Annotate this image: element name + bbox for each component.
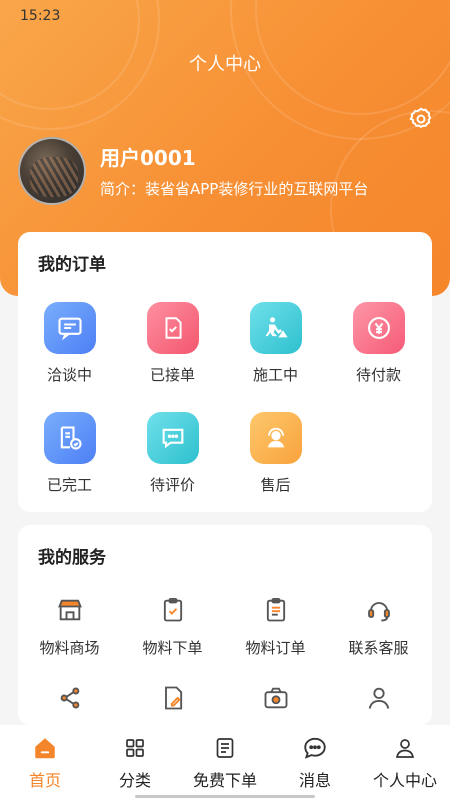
grid-icon xyxy=(122,735,148,761)
chat-icon xyxy=(43,302,96,354)
my-services-title: 我的服务 xyxy=(38,548,106,568)
order-item-label: 已完工 xyxy=(46,476,92,494)
document-check-icon xyxy=(146,302,199,354)
order-item-label: 施工中 xyxy=(252,366,298,384)
home-indicator xyxy=(135,795,315,798)
service-item-label: 联系客服 xyxy=(348,639,409,657)
service-item-contact-support[interactable]: 联系客服 xyxy=(327,595,430,658)
status-time: 15:23 xyxy=(20,8,61,24)
tab-label: 消息 xyxy=(298,771,331,790)
profile-intro: 简介：装省省APP装修行业的互联网平台 xyxy=(100,180,369,198)
service-item-user[interactable] xyxy=(327,683,430,713)
customer-service-icon xyxy=(249,412,302,464)
my-services-card: 我的服务 物料商场 物料下单 物料订单 联系客服 xyxy=(18,525,432,725)
order-item-completed[interactable]: 已完工 xyxy=(18,412,121,495)
order-list-icon xyxy=(261,595,291,625)
my-orders-card: 我的订单 洽谈中 已接单 施工中 待付款 已完工 待评价 售后 xyxy=(18,232,432,512)
service-item-material-mall[interactable]: 物料商场 xyxy=(18,595,121,658)
page-title: 个人中心 xyxy=(189,54,261,75)
home-icon xyxy=(32,735,58,761)
order-item-after-sales[interactable]: 售后 xyxy=(224,412,327,495)
order-item-label: 售后 xyxy=(260,476,291,494)
order-item-negotiating[interactable]: 洽谈中 xyxy=(18,302,121,385)
tab-label: 分类 xyxy=(118,771,151,790)
person-icon xyxy=(392,735,418,761)
order-item-accepted[interactable]: 已接单 xyxy=(121,302,224,385)
service-item-label: 物料订单 xyxy=(245,639,306,657)
service-item-label: 物料商场 xyxy=(39,639,100,657)
order-item-label: 待付款 xyxy=(355,366,401,384)
avatar[interactable] xyxy=(18,137,86,205)
gear-icon xyxy=(409,107,432,128)
construction-worker-icon xyxy=(249,302,302,354)
camera-icon xyxy=(261,683,291,713)
bottom-tab-bar: 首页 分类 免费下单 消息 个人中心 xyxy=(0,725,450,800)
store-icon xyxy=(55,595,85,625)
tab-category[interactable]: 分类 xyxy=(90,735,180,791)
tab-messages[interactable]: 消息 xyxy=(270,735,360,791)
order-item-label: 洽谈中 xyxy=(46,366,92,384)
share-icon xyxy=(55,683,85,713)
order-item-label: 已接单 xyxy=(149,366,195,384)
document-done-icon xyxy=(43,412,96,464)
tab-label: 免费下单 xyxy=(192,771,257,790)
status-bar: 15:23 xyxy=(0,0,450,34)
service-item-material-order[interactable]: 物料下单 xyxy=(121,595,224,658)
username: 用户0001 xyxy=(100,146,196,170)
order-item-pending-payment[interactable]: 待付款 xyxy=(327,302,430,385)
tab-label: 首页 xyxy=(28,771,61,790)
comment-icon xyxy=(146,412,199,464)
my-orders-title: 我的订单 xyxy=(38,255,106,275)
tab-label: 个人中心 xyxy=(372,771,437,790)
clipboard-check-icon xyxy=(158,595,188,625)
service-item-share[interactable] xyxy=(18,683,121,713)
service-item-edit[interactable] xyxy=(121,683,224,713)
edit-document-icon xyxy=(158,683,188,713)
form-icon xyxy=(212,735,238,761)
tab-profile[interactable]: 个人中心 xyxy=(360,735,450,791)
order-item-pending-review[interactable]: 待评价 xyxy=(121,412,224,495)
tab-home[interactable]: 首页 xyxy=(0,735,90,791)
order-item-in-construction[interactable]: 施工中 xyxy=(224,302,327,385)
tab-free-order[interactable]: 免费下单 xyxy=(180,735,270,791)
service-item-label: 物料下单 xyxy=(142,639,203,657)
yen-coin-icon xyxy=(352,302,405,354)
user-icon xyxy=(364,683,394,713)
service-item-camera[interactable] xyxy=(224,683,327,713)
service-item-material-orders[interactable]: 物料订单 xyxy=(224,595,327,658)
settings-button[interactable] xyxy=(408,106,434,132)
message-icon xyxy=(302,735,328,761)
order-item-label: 待评价 xyxy=(149,476,195,494)
headset-icon xyxy=(364,595,394,625)
